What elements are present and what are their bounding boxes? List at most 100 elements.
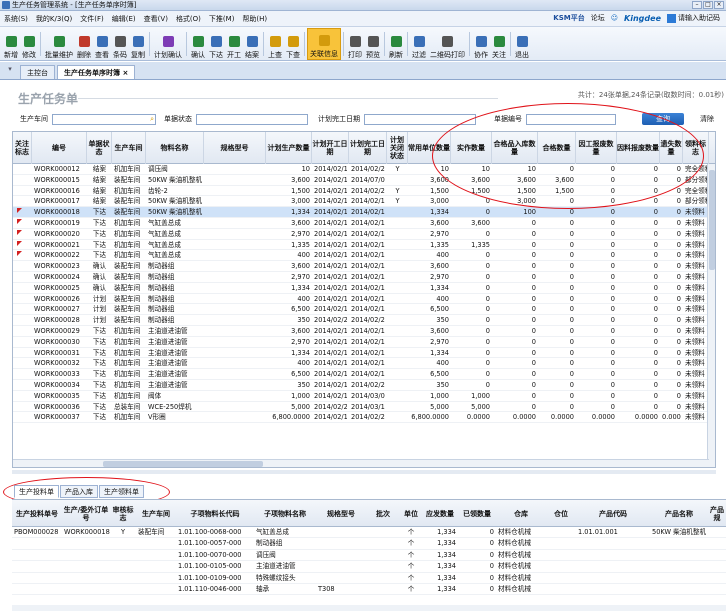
- table-row[interactable]: WORK000027 计划装配车间制动器组 6,500 2014/02/12 2014/…: [13, 304, 715, 316]
- detail-col-header-9[interactable]: 应发数量: [422, 500, 458, 527]
- detail-col-header-12[interactable]: 仓位: [546, 500, 576, 527]
- vertical-scrollbar[interactable]: [707, 164, 715, 467]
- detail-row[interactable]: PBOM000028 WORK000018 Y 装配车间 1.01.100-0068-0…: [12, 527, 726, 539]
- table-row[interactable]: WORK000022 下达机加车间气缸盖总成 400 2014/02/12 2014/0…: [13, 250, 715, 262]
- collaborate-button[interactable]: 协作: [472, 28, 490, 60]
- table-row[interactable]: WORK000020 下达机加车间气缸盖总成 2,970 2014/02/12 2014…: [13, 229, 715, 240]
- clear-button[interactable]: 清除: [700, 114, 714, 124]
- minimize-icon[interactable]: –: [692, 1, 702, 9]
- col-header-2[interactable]: 单据状态: [87, 132, 112, 164]
- table-row[interactable]: WORK000036 下达总装车间 WCE-250焊机 5,000 2014/02/25…: [13, 402, 715, 413]
- delete-button[interactable]: 删除: [75, 28, 93, 60]
- print-button[interactable]: 打印: [346, 28, 364, 60]
- related-info-button[interactable]: 关联信息: [307, 28, 341, 60]
- batch-edit-button[interactable]: 批量维护: [43, 28, 75, 60]
- tab-menu-icon[interactable]: ▾: [4, 65, 16, 77]
- barcode-button[interactable]: 条码: [111, 28, 129, 60]
- col-header-6[interactable]: 计划生产数量: [266, 132, 312, 164]
- refresh-button[interactable]: 刷新: [387, 28, 405, 60]
- table-row[interactable]: WORK000030 下达机加车间主油道进油管 2,970 2014/02/12 201…: [13, 337, 715, 348]
- detail-col-header-15[interactable]: 产品规: [708, 500, 726, 527]
- splitter[interactable]: [12, 470, 716, 474]
- table-row[interactable]: WORK000019 下达机加车间气缸盖总成 3,600 2014/02/12 2014…: [13, 218, 715, 229]
- detail-col-header-1[interactable]: 生产/委外订单号: [62, 500, 110, 527]
- menu-edit[interactable]: 编辑(E): [108, 14, 140, 24]
- confirm-button[interactable]: 确认: [189, 28, 207, 60]
- col-header-7[interactable]: 计划开工日期: [312, 132, 349, 164]
- table-row[interactable]: WORK000023 确认装配车间制动器组 3,600 2014/02/12 2014/…: [13, 261, 715, 272]
- col-header-5[interactable]: 规格型号: [204, 132, 266, 164]
- detail-row[interactable]: 1.01.100-0105-000 主油道进油管 个 1,334 0 材料仓机械: [12, 561, 726, 573]
- detail-row[interactable]: 1.01.100-0109-000 特殊螺纹接头 个 1,334 0 材料仓机械: [12, 573, 726, 584]
- release-button[interactable]: 下达: [207, 28, 225, 60]
- detail-row[interactable]: 1.01.100-0057-000 制动器组 个 1,334 0 材料仓机械: [12, 538, 726, 550]
- table-row[interactable]: WORK000033 下达机加车间主油道进油管 6,500 2014/02/12 201…: [13, 369, 715, 380]
- start-button[interactable]: 开工: [225, 28, 243, 60]
- preview-button[interactable]: 预览: [364, 28, 382, 60]
- horizontal-scrollbar[interactable]: [13, 459, 709, 467]
- table-row[interactable]: WORK000021 下达机加车间气缸盖总成 1,335 2014/02/12 2014…: [13, 240, 715, 251]
- qr-print-button[interactable]: 二维码打印: [428, 28, 467, 60]
- lookup-icon[interactable]: ⌕: [150, 115, 154, 124]
- detail-row[interactable]: 1.01.100-0070-000 调压阀 个 1,334 0 材料仓机械: [12, 550, 726, 562]
- menu-file[interactable]: 文件(F): [76, 14, 108, 24]
- filter-button[interactable]: 过滤: [410, 28, 428, 60]
- table-row[interactable]: WORK000037 下达机加车间 V形圈 6,800.0000 2014/02/19 2…: [13, 412, 715, 424]
- exit-button[interactable]: 退出: [513, 28, 531, 60]
- new-button[interactable]: 新增: [2, 28, 20, 60]
- detail-col-header-13[interactable]: 产品代码: [576, 500, 650, 527]
- plan-confirm-button[interactable]: 计划确认: [152, 28, 184, 60]
- close-tab-icon[interactable]: ×: [122, 69, 128, 77]
- col-header-9[interactable]: 计划关闭状态: [387, 132, 408, 164]
- detail-row[interactable]: 1.01.110-0046-000 轴承 T308 个 1,334 0 材料仓机械: [12, 584, 726, 596]
- tab-current[interactable]: 生产任务单序时簿 ×: [57, 65, 136, 79]
- table-row[interactable]: WORK000024 确认装配车间制动器组 2,970 2014/02/12 2014/…: [13, 272, 715, 283]
- table-row[interactable]: WORK000032 下达机加车间主油道进油管 400 2014/02/12 2014/…: [13, 358, 715, 370]
- col-header-0[interactable]: 关注标志: [13, 132, 32, 164]
- col-header-8[interactable]: 计划完工日期: [349, 132, 387, 164]
- close-out-button[interactable]: 结案: [243, 28, 261, 60]
- detail-col-header-4[interactable]: 子项物料长代码: [176, 500, 254, 527]
- detail-col-header-8[interactable]: 单位: [400, 500, 422, 527]
- copy-button[interactable]: 复制: [129, 28, 147, 60]
- menu-mykis[interactable]: 我的K/3(Q): [32, 14, 76, 24]
- detail-col-header-2[interactable]: 审核标志: [110, 500, 136, 527]
- edit-button[interactable]: 修改: [20, 28, 38, 60]
- table-row[interactable]: WORK000035 下达机加车间阀体 1,000 2014/02/19 2014/03…: [13, 391, 715, 402]
- detail-col-header-6[interactable]: 规格型号: [316, 500, 366, 527]
- detail-col-header-14[interactable]: 产品名称: [650, 500, 708, 527]
- workshop-input[interactable]: ⌕: [52, 113, 156, 125]
- notice-text[interactable]: 请输入助记码: [678, 13, 720, 23]
- table-row[interactable]: WORK000025 确认装配车间制动器组 1,334 2014/02/12 2014/…: [13, 283, 715, 294]
- detail-col-header-11[interactable]: 仓库: [496, 500, 546, 527]
- status-input[interactable]: [196, 113, 308, 125]
- view-button[interactable]: 查看: [93, 28, 111, 60]
- table-row[interactable]: WORK000034 下达机加车间主油道进油管 350 2014/02/12 2014/…: [13, 380, 715, 391]
- maximize-icon[interactable]: □: [703, 1, 713, 9]
- trace-down-button[interactable]: 下查: [284, 28, 302, 60]
- menu-system[interactable]: 系统(S): [0, 14, 32, 24]
- table-row[interactable]: WORK000028 计划装配车间制动器组 350 2014/02/24 2014/02…: [13, 315, 715, 326]
- col-header-1[interactable]: 编号: [32, 132, 87, 164]
- detail-col-header-5[interactable]: 子项物料名称: [254, 500, 316, 527]
- table-row[interactable]: WORK000018 下达装配车间 50KW 柴油机整机 1,334 2014/02/1…: [13, 207, 715, 218]
- table-row[interactable]: WORK000031 下达机加车间主油道进油管 1,334 2014/02/12 201…: [13, 348, 715, 359]
- table-row[interactable]: WORK000029 下达机加车间主油道进油管 3,600 2014/02/12 201…: [13, 326, 715, 337]
- close-icon[interactable]: ×: [714, 1, 724, 9]
- detail-scrollbar[interactable]: [12, 605, 726, 611]
- menu-push[interactable]: 下推(M): [205, 14, 239, 24]
- col-header-3[interactable]: 生产车间: [112, 132, 146, 164]
- col-header-4[interactable]: 物料名称: [146, 132, 204, 164]
- tab-home[interactable]: 主控台: [20, 65, 55, 79]
- menu-view[interactable]: 查看(V): [140, 14, 172, 24]
- forum-link[interactable]: 论坛: [591, 13, 605, 23]
- menu-format[interactable]: 格式(O): [172, 14, 205, 24]
- detail-col-header-3[interactable]: 生产车间: [136, 500, 176, 527]
- table-row[interactable]: WORK000026 计划装配车间制动器组 400 2014/02/12 2014/02…: [13, 294, 715, 305]
- trace-up-button[interactable]: 上查: [266, 28, 284, 60]
- menu-help[interactable]: 帮助(H): [238, 14, 271, 24]
- detail-col-header-7[interactable]: 批次: [366, 500, 400, 527]
- detail-col-header-10[interactable]: 已领数量: [458, 500, 496, 527]
- detail-col-header-0[interactable]: 生产投料单号: [12, 500, 62, 527]
- ksm-platform-link[interactable]: KSM平台: [553, 13, 584, 23]
